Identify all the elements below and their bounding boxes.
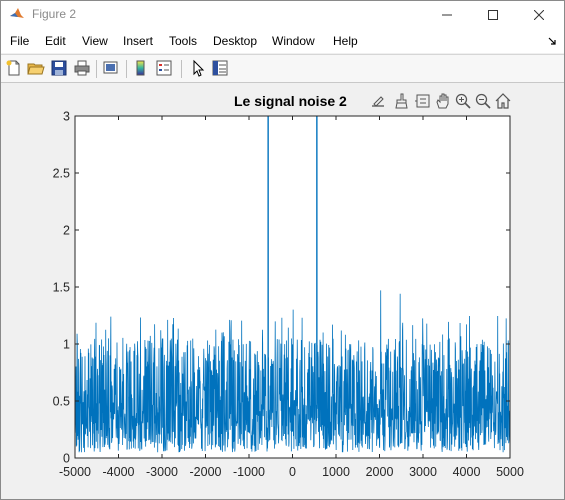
minimize-button[interactable] xyxy=(424,1,470,29)
menu-file[interactable]: File xyxy=(10,34,29,48)
minimize-icon xyxy=(442,14,452,16)
x-tick-label: -3000 xyxy=(146,465,178,479)
x-tick-label: -4000 xyxy=(103,465,135,479)
maximize-button[interactable] xyxy=(470,1,516,29)
maximize-icon xyxy=(488,10,498,20)
matlab-icon xyxy=(10,8,24,18)
insert-legend-icon[interactable] xyxy=(155,59,173,77)
menu-edit[interactable]: Edit xyxy=(45,34,66,48)
x-tick-label: 4000 xyxy=(453,465,481,479)
figure-window: Figure 2 File Edit View Insert Tools Des… xyxy=(0,0,565,500)
save-icon[interactable] xyxy=(50,59,68,77)
x-tick-label: 2000 xyxy=(366,465,394,479)
y-tick-label: 1.5 xyxy=(53,281,70,295)
edit-plot-icon[interactable] xyxy=(189,59,207,77)
y-tick-label: 1 xyxy=(63,338,70,352)
y-tick-label: 2.5 xyxy=(53,167,70,181)
menu-insert[interactable]: Insert xyxy=(123,34,153,48)
x-tick-label: 5000 xyxy=(496,465,524,479)
y-tick-label: 3 xyxy=(63,110,70,124)
x-tick-label: 3000 xyxy=(409,465,437,479)
menu-window[interactable]: Window xyxy=(272,34,315,48)
insert-colorbar-icon[interactable] xyxy=(132,59,150,77)
open-file-icon[interactable] xyxy=(27,59,45,77)
property-inspector-icon[interactable] xyxy=(211,59,229,77)
window-title: Figure 2 xyxy=(32,7,77,21)
menu-desktop[interactable]: Desktop xyxy=(213,34,257,48)
figure-canvas: Le signal noise 2 -5000 -4000 -3000 -200… xyxy=(2,83,564,499)
link-plot-icon[interactable] xyxy=(102,59,120,77)
close-button[interactable] xyxy=(516,1,562,29)
toolbar-separator xyxy=(181,60,182,78)
menu-view[interactable]: View xyxy=(82,34,108,48)
x-tick-label: 0 xyxy=(289,465,296,479)
title-bar[interactable]: Figure 2 xyxy=(1,1,564,29)
y-tick-label: 0 xyxy=(63,452,70,466)
x-tick-label: 1000 xyxy=(322,465,350,479)
figure-toolbar xyxy=(1,54,564,83)
y-tick-label: 0.5 xyxy=(53,395,70,409)
toolbar-separator xyxy=(96,60,97,78)
menu-help[interactable]: Help xyxy=(333,34,358,48)
menu-bar: File Edit View Insert Tools Desktop Wind… xyxy=(1,29,564,53)
close-icon xyxy=(534,10,544,20)
x-tick-label: -1000 xyxy=(233,465,265,479)
toolbar-separator xyxy=(126,60,127,78)
menu-tools[interactable]: Tools xyxy=(169,34,197,48)
new-figure-icon[interactable] xyxy=(5,59,23,77)
axes-plot[interactable]: -5000 -4000 -3000 -2000 -1000 0 1000 2000 3000 40… xyxy=(2,83,564,499)
y-tick-label: 2 xyxy=(63,224,70,238)
dock-arrow-icon[interactable] xyxy=(548,37,556,45)
x-tick-label: -2000 xyxy=(190,465,222,479)
x-tick-label: -5000 xyxy=(59,465,91,479)
print-icon[interactable] xyxy=(73,59,91,77)
